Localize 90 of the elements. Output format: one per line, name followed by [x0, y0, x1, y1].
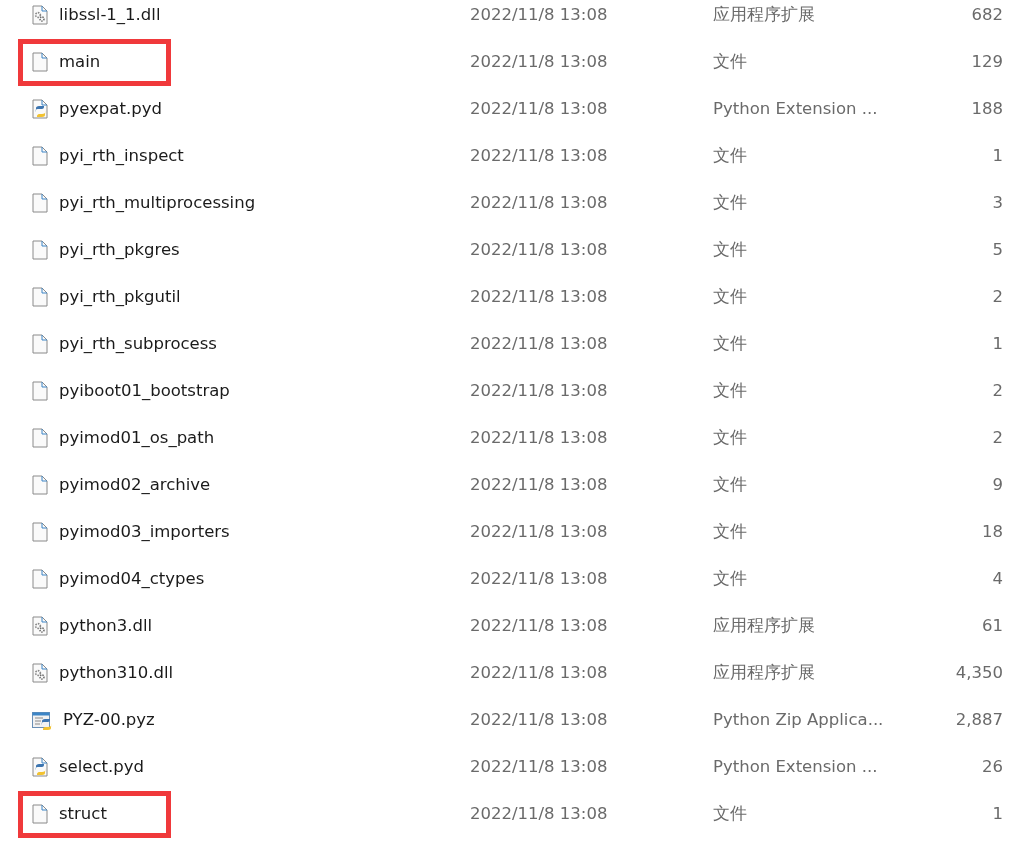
date-modified: 2022/11/8 13:08: [470, 804, 609, 823]
file-name[interactable]: PYZ-00.pyz: [63, 710, 155, 729]
blank-file-icon: [32, 380, 48, 401]
file-name[interactable]: pyexpat.pyd: [59, 99, 162, 118]
python-window-icon: [32, 709, 52, 730]
file-type: 应用程序扩展: [713, 661, 816, 684]
file-type: 文件: [713, 50, 748, 73]
blank-file-icon: [32, 145, 48, 166]
python-file-icon: [32, 756, 48, 777]
file-type: 文件: [713, 191, 748, 214]
file-name[interactable]: pyi_rth_multiprocessing: [59, 193, 256, 212]
file-size: 1: [991, 334, 1003, 353]
file-name[interactable]: pyi_rth_subprocess: [59, 334, 217, 353]
file-size: 18: [981, 522, 1003, 541]
blank-file-icon: [32, 521, 48, 542]
file-type: 文件: [713, 332, 748, 355]
file-type: 文件: [713, 473, 748, 496]
file-type: 文件: [713, 520, 748, 543]
file-name[interactable]: pyimod03_importers: [59, 522, 230, 541]
file-name[interactable]: pyimod02_archive: [59, 475, 211, 494]
file-type: 文件: [713, 285, 748, 308]
file-name[interactable]: python310.dll: [59, 663, 174, 682]
blank-file-icon: [32, 239, 48, 260]
blank-file-icon: [32, 51, 48, 72]
file-type: 应用程序扩展: [713, 614, 816, 637]
file-size: 188: [970, 99, 1003, 118]
file-name[interactable]: pyimod04_ctypes: [59, 569, 205, 588]
file-size: 4: [991, 569, 1003, 588]
file-type: Python Zip Applica...: [713, 710, 885, 729]
file-size: 1: [991, 146, 1003, 165]
date-modified: 2022/11/8 13:08: [470, 146, 609, 165]
file-type: 应用程序扩展: [713, 3, 816, 26]
file-type: 文件: [713, 567, 748, 590]
date-modified: 2022/11/8 13:08: [470, 616, 609, 635]
date-modified: 2022/11/8 13:08: [470, 5, 609, 24]
file-size: 3: [991, 193, 1003, 212]
file-type: 文件: [713, 379, 748, 402]
file-size: 4,350: [954, 663, 1003, 682]
blank-file-icon: [32, 192, 48, 213]
file-size: 5: [991, 240, 1003, 259]
file-size: 9: [991, 475, 1003, 494]
file-size: 2,887: [954, 710, 1003, 729]
date-modified: 2022/11/8 13:08: [470, 193, 609, 212]
date-modified: 2022/11/8 13:08: [470, 381, 609, 400]
file-type: 文件: [713, 426, 748, 449]
file-name[interactable]: libssl-1_1.dll: [59, 5, 161, 24]
blank-file-icon: [32, 286, 48, 307]
date-modified: 2022/11/8 13:08: [470, 663, 609, 682]
file-type: 文件: [713, 802, 748, 825]
file-name[interactable]: struct: [59, 804, 107, 823]
date-modified: 2022/11/8 13:08: [470, 710, 609, 729]
file-type: Python Extension ...: [713, 99, 879, 118]
gear-file-icon: [32, 4, 48, 25]
file-size: 2: [991, 428, 1003, 447]
file-name[interactable]: pyimod01_os_path: [59, 428, 215, 447]
file-name[interactable]: select.pyd: [59, 757, 144, 776]
file-name[interactable]: pyiboot01_bootstrap: [59, 381, 230, 400]
file-size: 129: [970, 52, 1003, 71]
date-modified: 2022/11/8 13:08: [470, 475, 609, 494]
file-type: 文件: [713, 238, 748, 261]
file-name[interactable]: pyi_rth_pkgutil: [59, 287, 181, 306]
file-size: 61: [981, 616, 1003, 635]
file-size: 2: [991, 381, 1003, 400]
blank-file-icon: [32, 568, 48, 589]
blank-file-icon: [32, 803, 48, 824]
file-size: 2: [991, 287, 1003, 306]
date-modified: 2022/11/8 13:08: [470, 287, 609, 306]
file-name[interactable]: pyi_rth_inspect: [59, 146, 184, 165]
file-name[interactable]: main: [59, 52, 101, 71]
file-size: 682: [970, 5, 1003, 24]
file-type: 文件: [713, 144, 748, 167]
file-name[interactable]: python3.dll: [59, 616, 153, 635]
gear-file-icon: [32, 615, 48, 636]
file-name[interactable]: pyi_rth_pkgres: [59, 240, 180, 259]
blank-file-icon: [32, 474, 48, 495]
date-modified: 2022/11/8 13:08: [470, 522, 609, 541]
file-size: 1: [991, 804, 1003, 823]
date-modified: 2022/11/8 13:08: [470, 569, 609, 588]
date-modified: 2022/11/8 13:08: [470, 757, 609, 776]
file-size: 26: [981, 757, 1003, 776]
blank-file-icon: [32, 333, 48, 354]
file-type: Python Extension ...: [713, 757, 879, 776]
gear-file-icon: [32, 662, 48, 683]
python-file-icon: [32, 98, 48, 119]
blank-file-icon: [32, 427, 48, 448]
date-modified: 2022/11/8 13:08: [470, 99, 609, 118]
date-modified: 2022/11/8 13:08: [470, 52, 609, 71]
date-modified: 2022/11/8 13:08: [470, 334, 609, 353]
date-modified: 2022/11/8 13:08: [470, 428, 609, 447]
date-modified: 2022/11/8 13:08: [470, 240, 609, 259]
